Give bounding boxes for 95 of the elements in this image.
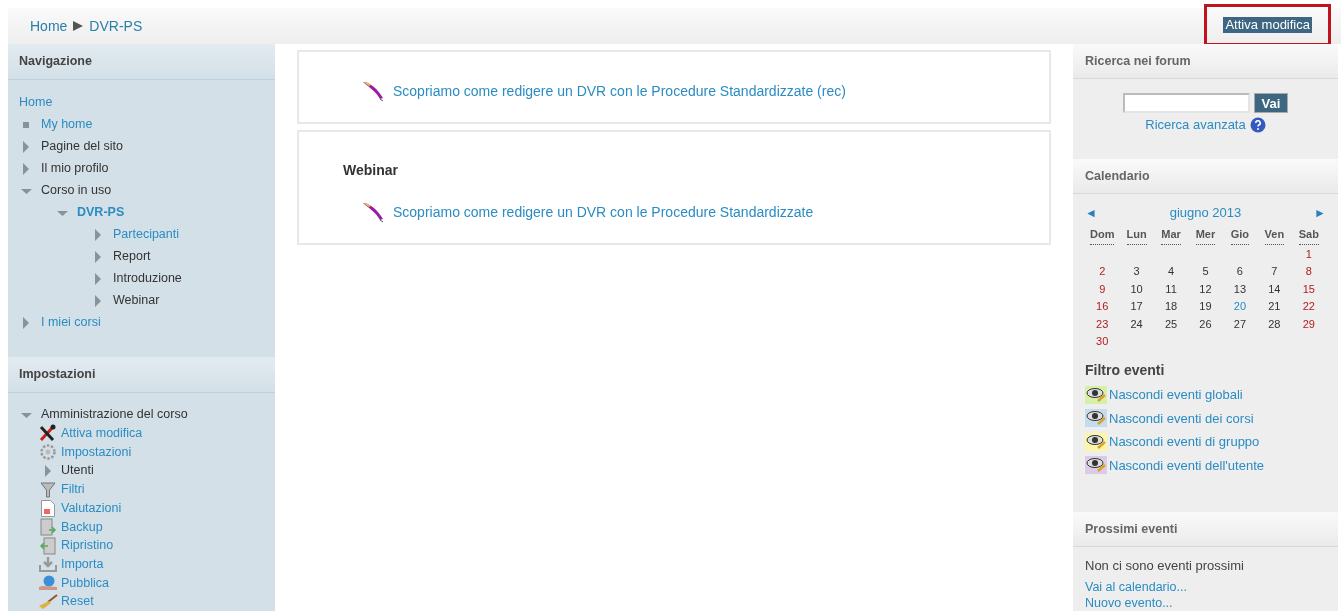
breadcrumb-separator-icon — [73, 21, 84, 31]
upcoming-title: Prossimi eventi — [1085, 520, 1178, 538]
calendar-day[interactable]: 23 — [1096, 315, 1109, 333]
expanded-arrow-icon[interactable] — [20, 410, 32, 419]
collapsed-arrow-icon[interactable] — [22, 162, 30, 175]
filter-link[interactable]: Nascondi eventi dei corsi — [1109, 408, 1254, 429]
calendar-day[interactable]: 10 — [1130, 280, 1143, 298]
eye-icon[interactable] — [1085, 409, 1107, 428]
weekday-label: Mer — [1195, 228, 1216, 246]
document-icon — [41, 499, 55, 517]
calendar-day[interactable]: 2 — [1099, 263, 1106, 280]
calendar-title: Calendario — [1085, 167, 1150, 185]
advanced-search-link[interactable]: Ricerca avanzata — [1145, 115, 1246, 135]
download-tray-icon — [39, 556, 57, 573]
nav-item[interactable]: Il mio profilo — [41, 159, 109, 179]
nav-item[interactable]: Report — [113, 247, 151, 267]
calendar-day[interactable]: 11 — [1165, 280, 1177, 298]
upcoming-link[interactable]: Nuovo evento... — [1085, 595, 1326, 611]
filter-link[interactable]: Nascondi eventi di gruppo — [1109, 432, 1260, 452]
bullet-icon — [23, 121, 29, 128]
upcoming-link[interactable]: Vai al calendario... — [1085, 579, 1326, 595]
navigation-title: Navigazione — [19, 52, 92, 70]
settings-item[interactable]: Utenti — [61, 461, 94, 481]
breadcrumb-link[interactable]: Home — [30, 15, 68, 37]
collapsed-arrow-icon[interactable] — [22, 316, 30, 329]
broom-icon — [38, 593, 58, 610]
calendar-day[interactable]: 29 — [1302, 315, 1315, 333]
calendar-day[interactable]: 3 — [1133, 263, 1140, 280]
weekday-label: Ven — [1264, 228, 1285, 246]
nav-item[interactable]: Corso in uso — [41, 181, 112, 201]
eye-icon[interactable] — [1085, 456, 1107, 475]
next-month-link[interactable]: ► — [1314, 204, 1326, 223]
filter-link[interactable]: Nascondi eventi dell'utente — [1109, 455, 1264, 476]
calendar-day[interactable]: 7 — [1271, 263, 1278, 280]
settings-title: Impostazioni — [19, 366, 96, 384]
weekday-label: Mar — [1161, 228, 1181, 246]
section-title: Webinar — [343, 161, 399, 180]
month-title[interactable]: giugno 2013 — [1169, 203, 1242, 223]
calendar-day[interactable]: 5 — [1202, 263, 1209, 280]
collapsed-arrow-icon[interactable] — [94, 228, 102, 241]
expanded-arrow-icon[interactable] — [56, 208, 68, 217]
calendar-day[interactable]: 1 — [1305, 245, 1312, 263]
calendar-day[interactable]: 28 — [1268, 315, 1281, 333]
calendar-day[interactable]: 25 — [1164, 315, 1178, 333]
breadcrumb-link[interactable]: DVR-PS — [89, 15, 143, 37]
funnel-icon — [40, 481, 56, 498]
collapsed-arrow-icon[interactable] — [94, 272, 102, 285]
search-field[interactable] — [1122, 93, 1250, 113]
calendar-day[interactable]: 15 — [1302, 280, 1315, 298]
calendar-day[interactable]: 14 — [1268, 280, 1281, 298]
calendar-day[interactable]: 20 — [1233, 298, 1247, 315]
activity-link[interactable]: Scopriamo come redigere un DVR con le Procedure Standardizzate (rec) — [393, 81, 846, 102]
collapsed-arrow-icon[interactable] — [44, 464, 52, 477]
nav-item[interactable]: Amministrazione del corso — [41, 405, 188, 424]
calendar-day[interactable]: 17 — [1130, 298, 1143, 315]
previous-month-link[interactable]: ◄ — [1085, 204, 1097, 223]
eye-icon[interactable] — [1085, 385, 1107, 404]
calendar-day[interactable]: 26 — [1199, 315, 1212, 333]
calendar-day[interactable]: 18 — [1164, 298, 1178, 315]
help-icon[interactable] — [1249, 116, 1266, 133]
weekday-label: Sab — [1298, 228, 1319, 246]
eye-icon[interactable] — [1085, 432, 1107, 451]
expanded-arrow-icon[interactable] — [20, 186, 32, 195]
calendar-day[interactable]: 9 — [1099, 280, 1106, 298]
calendar-day[interactable]: 16 — [1096, 298, 1109, 315]
globe-hand-icon — [38, 574, 58, 591]
calendar-day[interactable]: 27 — [1233, 315, 1247, 333]
calendar-day[interactable]: 21 — [1268, 298, 1281, 315]
calendar-day[interactable]: 30 — [1096, 333, 1109, 350]
nav-item[interactable]: Pagine del sito — [41, 137, 123, 157]
empty-message: Non ci sono eventi prossimi — [1085, 557, 1245, 575]
wrench-screwdriver-icon — [39, 424, 57, 443]
collapsed-arrow-icon[interactable] — [22, 140, 30, 153]
gear-icon — [40, 444, 56, 461]
go-button[interactable]: Vai — [1253, 93, 1289, 113]
nav-item[interactable]: Introduzione — [113, 269, 182, 289]
edit-mode-button[interactable]: Attiva modifica — [1223, 16, 1312, 33]
weekday-label: Gio — [1230, 228, 1250, 246]
weekday-label: Lun — [1126, 228, 1147, 246]
collapsed-arrow-icon[interactable] — [94, 250, 102, 263]
calendar-day[interactable]: 22 — [1302, 298, 1315, 315]
filter-title: Filtro eventi — [1085, 362, 1165, 379]
collapsed-arrow-icon[interactable] — [94, 294, 102, 307]
calendar-day[interactable]: 8 — [1305, 263, 1312, 280]
calendar-day[interactable]: 19 — [1199, 298, 1212, 315]
calendar-day[interactable]: 12 — [1199, 280, 1212, 298]
forum-search-title: Ricerca nei forum — [1085, 52, 1191, 70]
calendar-day[interactable]: 24 — [1130, 315, 1143, 333]
nav-item[interactable]: Webinar — [113, 291, 160, 311]
filter-link[interactable]: Nascondi eventi globali — [1109, 385, 1243, 405]
calendar-day[interactable]: 6 — [1236, 263, 1243, 280]
weekday-label: Dom — [1090, 228, 1115, 246]
calendar-day[interactable]: 13 — [1233, 280, 1247, 298]
activity-link[interactable]: Scopriamo come redigere un DVR con le Procedure Standardizzate — [393, 202, 814, 223]
calendar-day[interactable]: 4 — [1168, 263, 1175, 280]
